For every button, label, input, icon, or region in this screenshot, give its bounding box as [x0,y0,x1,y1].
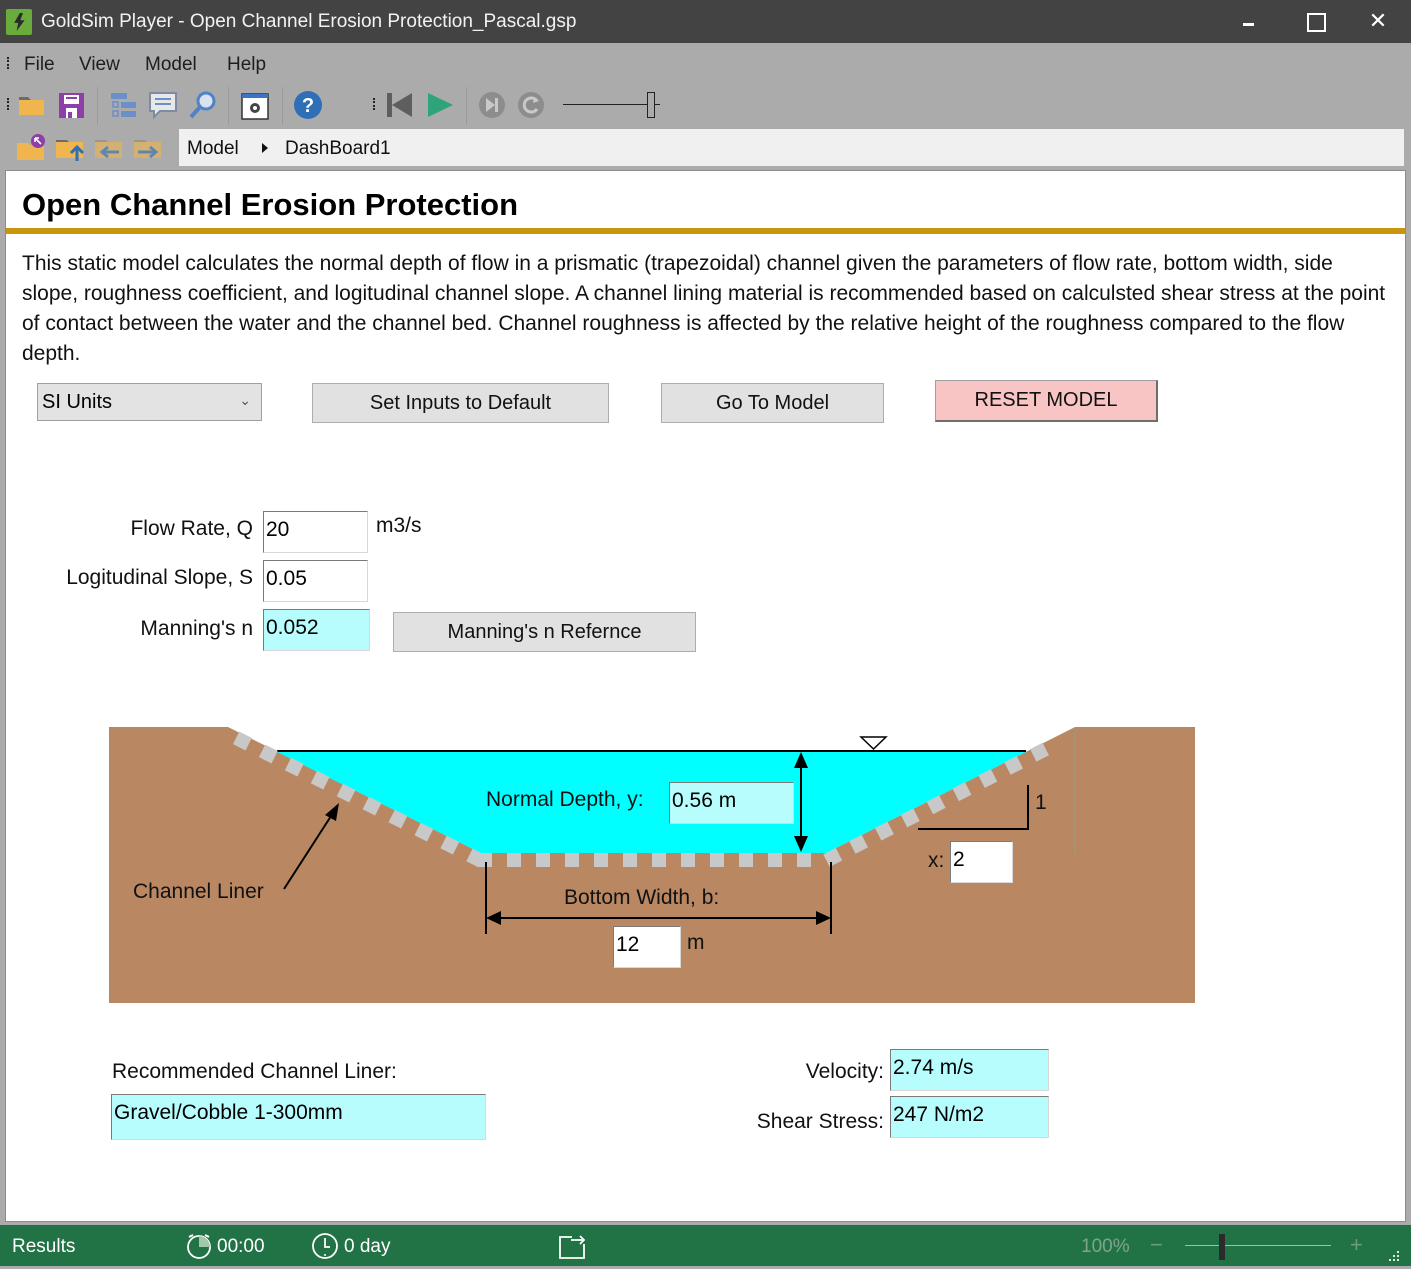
find-icon[interactable] [188,90,218,120]
breadcrumb-separator-icon [262,143,268,153]
title-divider [6,228,1405,234]
mannings-n-output: 0.052 [263,609,370,651]
toolbar-separator [97,87,98,125]
mannings-n-reference-button[interactable]: Manning's n Refernce [393,612,696,652]
title-bar: GoldSim Player - Open Channel Erosion Pr… [0,0,1411,43]
status-bar: Results 00:00 0 day 100% − + [0,1225,1411,1266]
liner-block [594,853,608,867]
properties-icon[interactable] [240,91,270,121]
zoom-slider-thumb[interactable] [1219,1234,1225,1260]
menu-grip [7,57,10,69]
flow-rate-label: Flow Rate, Q [130,517,253,540]
dashboard-canvas: Open Channel Erosion Protection This sta… [5,170,1406,1222]
bottom-width-unit: m [687,931,705,954]
toolbar-separator [282,87,283,125]
liner-block [710,853,724,867]
folder-up-icon[interactable] [55,133,85,163]
zoom-slider[interactable] [1185,1234,1331,1260]
svg-text:?: ? [302,95,314,117]
normal-depth-label: Normal Depth, y: [486,788,644,811]
recommended-liner-label: Recommended Channel Liner: [112,1060,397,1083]
menu-file[interactable]: File [24,54,55,76]
bottom-width-label: Bottom Width, b: [564,886,720,909]
liner-block [739,853,753,867]
close-button[interactable]: ✕ [1365,8,1391,34]
elapsed-time: 00:00 [217,1236,265,1257]
menu-help[interactable]: Help [227,54,266,76]
menu-model[interactable]: Model [145,54,197,76]
side-slope-input[interactable]: 2 [950,841,1013,883]
breadcrumb-model[interactable]: Model [187,138,239,160]
back-icon[interactable] [94,133,124,163]
normal-depth-output: 0.56 m [669,782,794,824]
liner-block [536,853,550,867]
slope-label: Logitudinal Slope, S [66,566,253,589]
goldsim-app-icon [6,9,32,35]
side-slope-x-label: x: [928,849,945,872]
menu-view[interactable]: View [79,54,120,76]
clock-icon [311,1232,339,1266]
zoom-out-button[interactable]: − [1150,1232,1163,1258]
chevron-down-icon: ⌄ [239,392,251,408]
dashboard-home-icon[interactable] [16,133,46,163]
minimize-button[interactable] [1236,8,1262,34]
units-select-value: SI Units [42,391,113,413]
toolbar-separator [466,87,467,125]
window-title: GoldSim Player - Open Channel Erosion Pr… [41,11,577,32]
breadcrumb-dashboard[interactable]: DashBoard1 [285,138,391,160]
channel-liner-label: Channel Liner [133,880,264,903]
toolbar-grip [7,98,10,110]
slope-input[interactable]: 0.05 [263,560,368,602]
flow-rate-unit: m3/s [376,514,422,537]
side-slope-rise-label: 1 [1035,791,1047,814]
liner-block [797,853,811,867]
reset-model-button[interactable]: RESET MODEL [935,380,1158,422]
simulation-time: 0 day [344,1236,391,1257]
speed-slider-thumb[interactable] [647,92,655,118]
liner-block [507,853,521,867]
toolbar-separator [228,87,229,125]
water-surface-symbol [859,736,888,751]
shear-stress-output: 247 N/m2 [890,1096,1049,1138]
status-mode: Results [12,1236,76,1257]
help-icon[interactable]: ? [293,90,323,120]
units-select[interactable]: SI Units ⌄ [37,383,262,421]
browser-tree-icon[interactable] [108,90,138,120]
velocity-label: Velocity: [805,1060,884,1083]
step-icon[interactable] [477,90,507,120]
zoom-in-button[interactable]: + [1350,1232,1363,1258]
stopwatch-icon [185,1232,213,1266]
breadcrumb: Model DashBoard1 [179,129,1404,166]
rewind-icon[interactable] [385,90,415,120]
maximize-button[interactable] [1302,8,1328,34]
toolbar-grip [373,98,376,110]
speed-slider[interactable] [563,92,663,118]
liner-block [768,853,782,867]
liner-block [681,853,695,867]
shear-stress-label: Shear Stress: [756,1110,884,1133]
velocity-output: 2.74 m/s [890,1049,1049,1091]
reset-run-icon[interactable] [516,90,546,120]
flow-rate-input[interactable]: 20 [263,511,368,553]
recommended-liner-output: Gravel/Cobble 1-300mm [111,1094,486,1140]
mannings-n-label: Manning's n [140,617,253,640]
save-icon[interactable] [57,90,87,120]
go-to-model-button[interactable]: Go To Model [661,383,884,423]
liner-block [565,853,579,867]
play-icon[interactable] [425,90,455,120]
notes-icon[interactable] [148,90,178,120]
zoom-level: 100% [1081,1236,1130,1257]
open-folder-icon[interactable] [17,90,47,120]
set-inputs-default-button[interactable]: Set Inputs to Default [312,383,609,423]
export-icon[interactable] [557,1231,589,1267]
page-title: Open Channel Erosion Protection [22,187,519,222]
liner-block [652,853,666,867]
liner-block [623,853,637,867]
bottom-width-input[interactable]: 12 [613,926,681,968]
forward-icon[interactable] [133,133,163,163]
description-text: This static model calculates the normal … [22,252,1386,365]
